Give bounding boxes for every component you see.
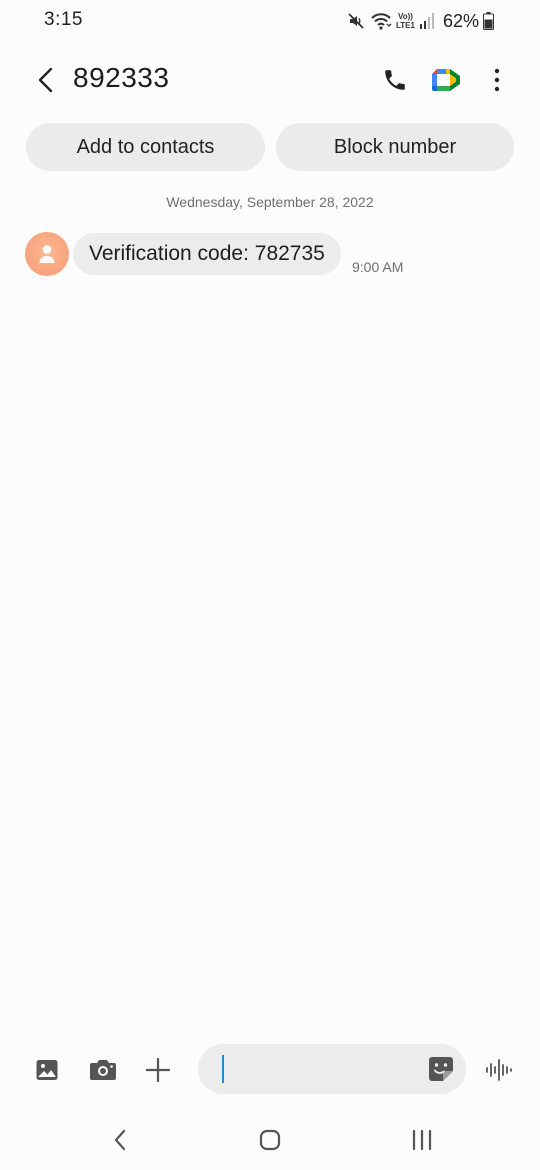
text-cursor [222,1055,224,1083]
volte-icon: Vo)) LTE1 [396,12,415,30]
block-number-button[interactable]: Block number [276,123,514,171]
voice-recorder-icon [486,1059,512,1081]
add-to-contacts-button[interactable]: Add to contacts [26,123,265,171]
nav-home-button[interactable] [240,1120,300,1160]
mute-icon [346,11,366,31]
phone-icon [385,70,405,90]
add-icon [146,1058,170,1082]
sticker-button[interactable] [427,1055,455,1083]
message-input[interactable] [222,1054,412,1084]
message-composer[interactable] [198,1044,466,1094]
volte-label-top: Vo)) [398,12,413,21]
video-call-button[interactable] [426,60,466,100]
wifi-icon [370,11,392,31]
nav-recent-apps-button[interactable] [392,1120,452,1160]
message-time: 9:00 AM [352,259,404,275]
add-attachment-button[interactable] [138,1050,178,1090]
gallery-icon [36,1060,58,1080]
more-options-icon [494,68,500,92]
nav-back-button[interactable] [90,1120,150,1160]
back-nav-icon [114,1129,126,1151]
sticker-icon [429,1057,453,1081]
camera-button[interactable] [83,1050,123,1090]
video-call-icon [432,69,460,91]
conversation-title: 892333 [73,62,170,93]
battery-percent: 62% [442,10,479,31]
avatar[interactable] [25,232,69,276]
status-icons: Vo)) LTE1 62% [346,8,494,34]
signal-icon [419,12,435,30]
volte-label-bottom: LTE1 [396,21,415,30]
message-bubble[interactable]: Verification code: 782735 [73,233,341,275]
gallery-button[interactable] [27,1050,67,1090]
battery-icon [483,12,494,30]
person-icon [39,245,55,263]
more-options-button[interactable] [477,60,517,100]
date-separator: Wednesday, September 28, 2022 [166,194,374,210]
home-icon [259,1129,281,1151]
camera-icon [90,1060,116,1080]
voice-recorder-button[interactable] [479,1050,519,1090]
back-icon [38,67,53,93]
back-button[interactable] [28,60,64,100]
status-time: 3:15 [44,9,83,30]
recent-apps-icon [412,1129,432,1151]
call-button[interactable] [375,60,415,100]
